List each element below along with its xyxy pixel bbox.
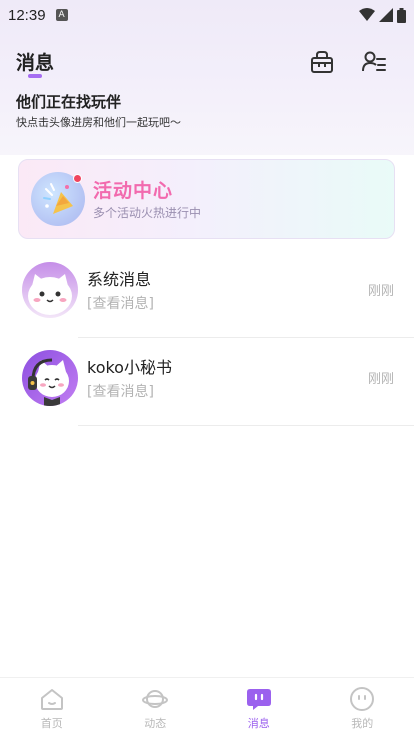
tab-messages[interactable]: 消息 (207, 678, 311, 737)
tab-moments[interactable]: 动态 (104, 678, 208, 737)
profile-face-icon (350, 687, 375, 711)
page-header: 消息 (0, 40, 414, 84)
title-underline (28, 74, 42, 78)
message-sender: 系统消息 (87, 270, 152, 289)
battery-icon (397, 7, 406, 23)
unread-dot (73, 174, 82, 183)
tab-profile[interactable]: 我的 (311, 678, 414, 737)
home-icon (40, 689, 63, 710)
message-sender: koko小秘书 (87, 358, 172, 377)
message-time: 刚刚 (367, 284, 394, 299)
contacts-icon[interactable] (360, 48, 388, 76)
tab-label: 我的 (351, 717, 374, 730)
chat-icon (246, 689, 271, 710)
activity-center-card[interactable]: 活动中心 多个活动火热进行中 (18, 159, 395, 239)
list-item[interactable]: 系统消息 [查看消息] 刚刚 (0, 250, 414, 338)
avatar[interactable] (22, 262, 78, 318)
avatar[interactable] (22, 350, 78, 406)
activity-center-title: 活动中心 (93, 180, 174, 202)
message-preview: [查看消息] (87, 296, 154, 312)
bottom-tab-bar: 首页 动态 消息 我的 (0, 677, 414, 737)
status-time: 12:39 (8, 6, 46, 24)
cat-avatar-icon (22, 262, 78, 318)
tab-label: 消息 (247, 717, 270, 730)
message-time: 刚刚 (367, 372, 394, 387)
message-preview: [查看消息] (87, 384, 154, 400)
tab-label: 动态 (144, 717, 167, 730)
wifi-icon (359, 8, 375, 21)
status-indicators (359, 7, 406, 23)
gift-box-icon[interactable] (308, 48, 336, 76)
tab-label: 首页 (40, 717, 63, 730)
tab-home[interactable]: 首页 (0, 678, 104, 737)
planet-icon (142, 690, 169, 708)
banner-title: 他们正在找玩伴 (16, 93, 122, 111)
page-title: 消息 (16, 52, 55, 74)
notification-badge-icon: A (55, 9, 68, 21)
status-bar: 12:39 A (0, 0, 414, 30)
divider (78, 425, 414, 426)
list-item[interactable]: koko小秘书 [查看消息] 刚刚 (0, 338, 414, 426)
signal-icon (379, 8, 393, 22)
activity-center-subtitle: 多个活动火热进行中 (93, 206, 202, 220)
banner-subtitle: 快点击头像进房和他们一起玩吧〜 (16, 116, 181, 129)
cat-headphones-avatar-icon (22, 350, 78, 406)
